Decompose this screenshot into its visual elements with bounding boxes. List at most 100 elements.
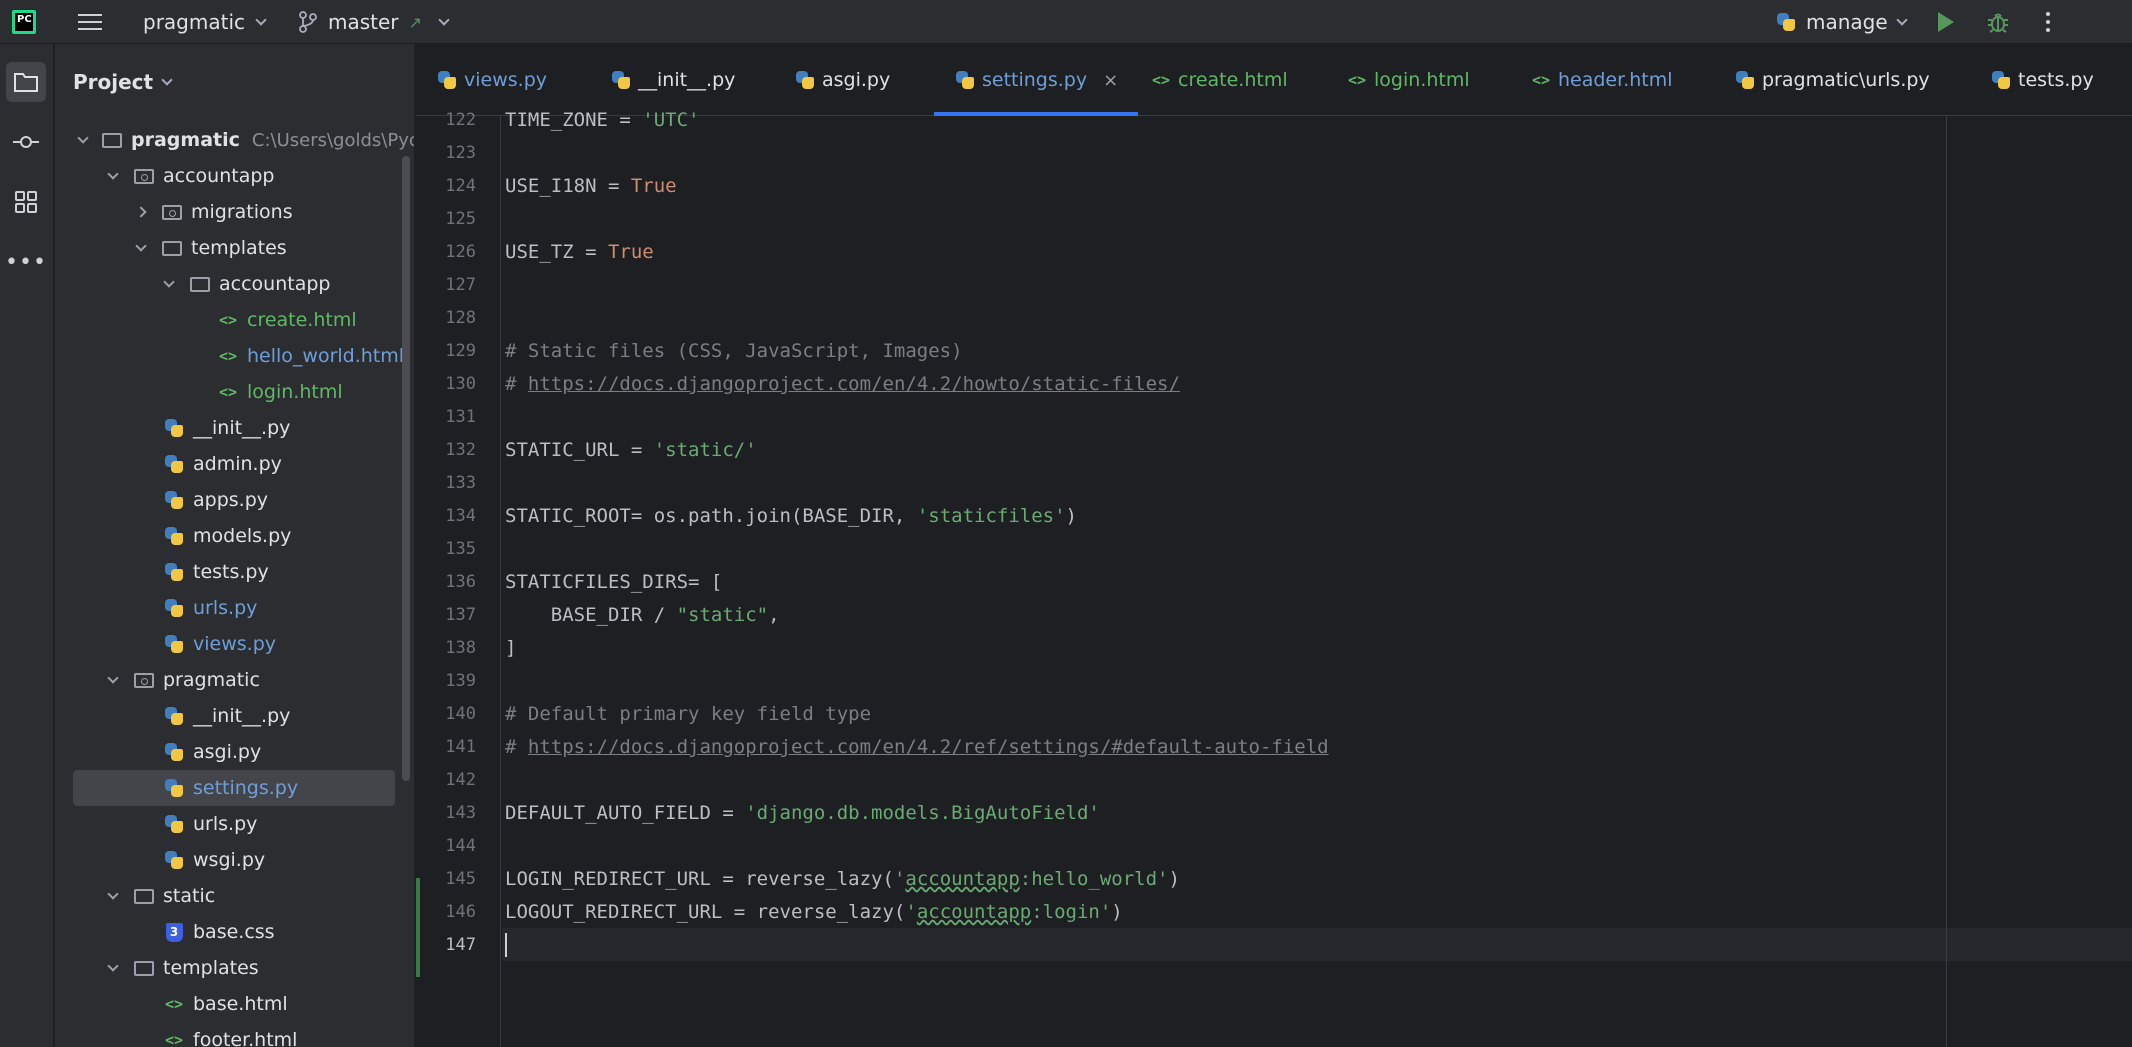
tree-item-wsgi-py[interactable]: wsgi.py [55,842,405,878]
line-number: 134 [445,506,476,526]
commit-tool-button[interactable] [6,122,46,162]
close-icon[interactable]: × [1103,70,1118,91]
tab-label: asgi.py [822,69,891,91]
python-file-icon [610,69,632,91]
chevron-down-icon [255,14,267,26]
project-tool-button[interactable] [6,62,46,102]
expand-icon[interactable] [107,158,119,194]
tab-label: login.html [1374,69,1470,91]
code-line[interactable]: LOGIN_REDIRECT_URL = reverse_lazy('accou… [505,863,1180,896]
python-file-icon [1990,69,2012,91]
tab-label: create.html [1178,69,1288,91]
tree-item-hello-world-html[interactable]: <> hello_world.html [55,338,405,374]
tree-root[interactable]: pragmatic C:\Users\golds\Pyc [55,122,414,158]
line-number: 137 [445,605,476,625]
tree-item-templates-root[interactable]: templates [55,950,405,986]
line-number: 125 [445,209,476,229]
more-tools-button[interactable]: ••• [5,242,46,282]
string-literal: 'django.db.models.BigAutoField' [745,802,1100,824]
code-line[interactable]: # https://docs.djangoproject.com/en/4.2/… [505,368,1180,401]
tree-item-accountapp-templates[interactable]: accountapp [55,266,405,302]
tab-pragmatic-urls-py[interactable]: pragmatic\urls.py [1734,44,1930,116]
string-literal: 'staticfiles' [916,505,1066,527]
code-token: USE_TZ = [505,241,608,263]
expand-icon[interactable] [107,878,119,914]
line-number: 130 [445,374,476,394]
tree-item-templates[interactable]: templates [55,230,405,266]
tab-header-html[interactable]: <> header.html [1530,44,1673,116]
project-panel-scrollbar[interactable] [402,156,410,781]
structure-tool-button[interactable] [6,182,46,222]
tab-settings-py[interactable]: settings.py × [933,44,1139,116]
html-file-icon: <> [1347,71,1367,89]
tree-item-label: accountapp [163,165,275,187]
project-switcher[interactable]: pragmatic [143,0,267,44]
app-logo-icon: PC [12,0,36,44]
tree-item-login-html[interactable]: <> login.html [55,374,405,410]
tab-asgi-py[interactable]: asgi.py [794,44,890,116]
tree-item-tests-py[interactable]: tests.py [55,554,405,590]
tree-item-footer-html[interactable]: <> footer.html [55,1022,405,1047]
project-panel: Project pragmatic C:\Users\golds\Pyc acc… [55,44,415,1047]
tree-item-asgi-py[interactable]: asgi.py [55,734,405,770]
tree-item-init-py[interactable]: __init__.py [55,410,405,446]
code-line[interactable]: # https://docs.djangoproject.com/en/4.2/… [505,731,1329,764]
project-panel-header[interactable]: Project [73,70,173,94]
chevron-down-icon [1896,14,1908,26]
code-line[interactable]: DEFAULT_AUTO_FIELD = 'django.db.models.B… [505,797,1100,830]
folder-icon [14,73,38,92]
tree-item-migrations[interactable]: migrations [55,194,405,230]
string-literal: accountapp [905,868,1020,890]
tree-item-label: models.py [193,525,292,547]
run-button[interactable] [1938,0,1954,44]
code-line[interactable]: STATIC_ROOT= os.path.join(BASE_DIR, 'sta… [505,500,1077,533]
line-number: 128 [445,308,476,328]
collapse-icon[interactable] [135,194,147,230]
comment-link[interactable]: https://docs.djangoproject.com/en/4.2/re… [528,736,1329,758]
expand-icon[interactable] [163,266,175,302]
code-token: ) [1111,901,1123,923]
code-line[interactable]: USE_TZ = True [505,236,654,269]
tree-item-urls-py[interactable]: urls.py [55,590,405,626]
code-line[interactable]: TIME_ZONE = 'UTC' [505,104,699,137]
expand-icon[interactable] [107,950,119,986]
tree-item-static[interactable]: static [55,878,405,914]
tree-item-accountapp[interactable]: accountapp [55,158,405,194]
main-menu-icon[interactable] [78,0,102,44]
tree-item-urls-py[interactable]: urls.py [55,806,405,842]
tree-item-create-html[interactable]: <> create.html [55,302,405,338]
vcs-branch-widget[interactable]: master ↗ [298,0,450,44]
tab-login-html[interactable]: <> login.html [1346,44,1470,116]
tab-create-html[interactable]: <> create.html [1150,44,1288,116]
code-line[interactable]: STATIC_URL = 'static/' [505,434,757,467]
tree-item-label: urls.py [193,813,258,835]
line-number: 139 [445,671,476,691]
tree-item-views-py[interactable]: views.py [55,626,405,662]
code-line[interactable]: LOGOUT_REDIRECT_URL = reverse_lazy('acco… [505,896,1123,929]
run-config-selector[interactable]: manage [1776,0,1908,44]
code-line[interactable]: USE_I18N = True [505,170,677,203]
expand-icon[interactable] [77,122,89,158]
tab-tests-py[interactable]: tests.py [1990,44,2094,116]
code-line[interactable]: STATICFILES_DIRS= [ [505,566,722,599]
code-line[interactable]: # Default primary key field type [505,698,871,731]
python-file-icon [163,417,185,439]
tree-item-base-html[interactable]: <> base.html [55,986,405,1022]
code-line[interactable]: ] [505,632,516,665]
more-actions-icon[interactable] [2046,0,2050,44]
code-line[interactable]: # Static files (CSS, JavaScript, Images) [505,335,963,368]
tree-item-admin-py[interactable]: admin.py [55,446,405,482]
tree-item-apps-py[interactable]: apps.py [55,482,405,518]
tree-item-base-css[interactable]: 3 base.css [55,914,405,950]
comment-link[interactable]: https://docs.djangoproject.com/en/4.2/ho… [528,373,1180,395]
code-line[interactable]: BASE_DIR / "static", [505,599,780,632]
debug-button[interactable] [1986,0,2010,44]
expand-icon[interactable] [135,230,147,266]
tree-item-models-py[interactable]: models.py [55,518,405,554]
tree-item-init-py[interactable]: __init__.py [55,698,405,734]
tree-item-pragmatic[interactable]: pragmatic [55,662,405,698]
expand-icon[interactable] [107,662,119,698]
line-number: 133 [445,473,476,493]
tree-item-settings-py[interactable]: settings.py [73,770,395,806]
folder-icon [189,273,211,295]
